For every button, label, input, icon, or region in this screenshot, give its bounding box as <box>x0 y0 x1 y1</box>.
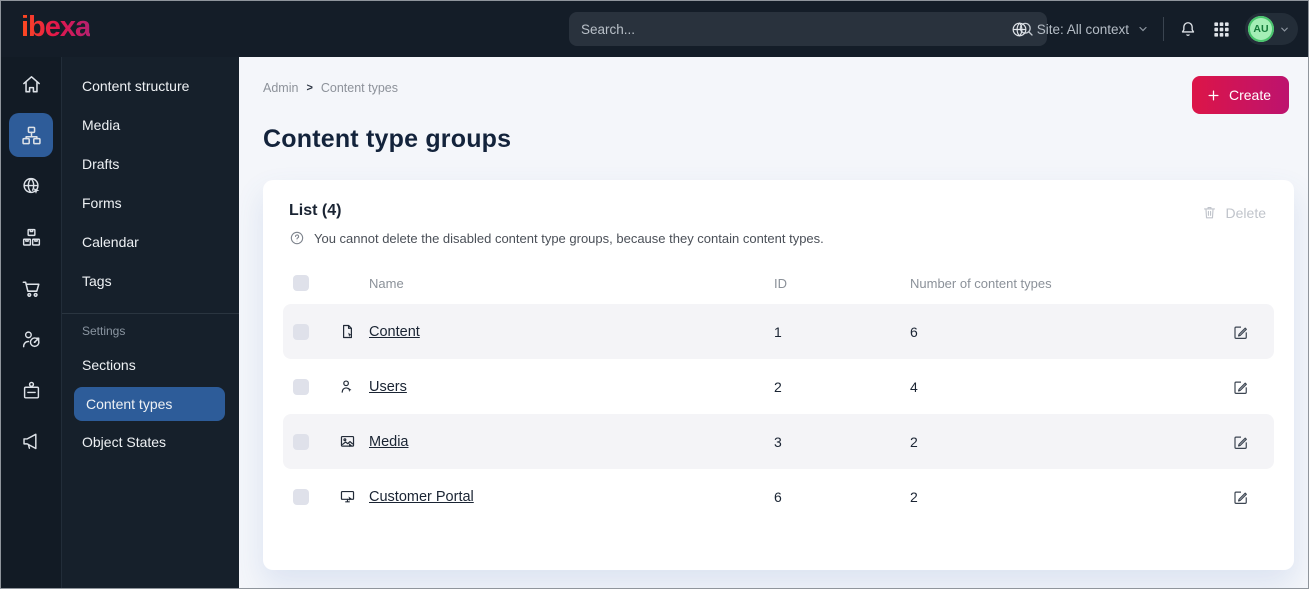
rail-item-product-catalog[interactable] <box>9 215 53 259</box>
column-header-count: Number of content types <box>910 275 1052 291</box>
menu-item-object-states[interactable]: Object States <box>62 423 239 462</box>
badge-icon <box>20 379 43 402</box>
edit-button[interactable] <box>1230 486 1252 508</box>
group-id: 1 <box>774 323 782 340</box>
menu-item-calendar[interactable]: Calendar <box>62 223 239 262</box>
menu-item-tags[interactable]: Tags <box>62 262 239 301</box>
icon-rail <box>1 57 61 588</box>
table-row: Content 1 6 <box>283 304 1274 359</box>
chevron-down-icon <box>1279 24 1290 35</box>
ibexa-logo[interactable]: ibexa <box>21 11 91 44</box>
breadcrumb-admin[interactable]: Admin <box>263 81 298 95</box>
rail-item-content[interactable] <box>9 113 53 157</box>
trash-icon <box>1201 204 1218 221</box>
row-checkbox[interactable] <box>293 323 309 340</box>
plus-icon <box>1206 88 1221 103</box>
menu-item-forms[interactable]: Forms <box>62 184 239 223</box>
page-title: Content type groups <box>263 125 512 153</box>
topbar-divider <box>1163 17 1164 41</box>
boxes-icon <box>20 226 43 249</box>
site-context-label: Site: All context <box>1036 21 1129 37</box>
create-button[interactable]: Create <box>1191 76 1289 114</box>
group-link[interactable]: Users <box>369 379 407 395</box>
portal-monitor-icon <box>339 488 369 505</box>
group-count: 2 <box>910 433 918 450</box>
create-button-label: Create <box>1228 87 1271 103</box>
table-row: Media 3 2 <box>283 414 1274 469</box>
edit-button[interactable] <box>1230 431 1252 453</box>
row-checkbox[interactable] <box>293 488 309 505</box>
home-icon <box>20 73 43 96</box>
content-structure-icon <box>20 124 43 147</box>
group-id: 3 <box>774 433 782 450</box>
list-title: List (4) <box>289 202 342 219</box>
edit-button[interactable] <box>1230 376 1252 398</box>
row-checkbox[interactable] <box>293 378 309 395</box>
content-file-icon <box>339 323 369 340</box>
menu-section-label: Settings <box>82 324 126 338</box>
menu-divider <box>62 313 239 314</box>
side-menu: Content structure Media Drafts Forms Cal… <box>61 57 239 588</box>
select-all-checkbox[interactable] <box>293 275 309 291</box>
content-type-groups-card: List (4) You cannot delete the disabled … <box>263 180 1294 570</box>
group-count: 2 <box>910 488 918 505</box>
menu-item-drafts[interactable]: Drafts <box>62 145 239 184</box>
topbar: ibexa Site: All context <box>1 1 1308 57</box>
breadcrumb-separator: > <box>306 82 313 94</box>
menu-item-sections[interactable]: Sections <box>62 346 239 385</box>
user-menu[interactable]: AU <box>1245 13 1298 45</box>
group-link[interactable]: Media <box>369 434 409 450</box>
breadcrumb: Admin > Content types <box>263 81 1294 95</box>
site-globe-icon <box>20 175 43 198</box>
menu-item-content-types[interactable]: Content types <box>74 387 225 421</box>
users-person-icon <box>339 378 369 395</box>
app-grid-icon[interactable] <box>1212 20 1231 39</box>
rail-item-customers[interactable] <box>9 317 53 361</box>
cart-icon <box>20 277 43 300</box>
content-type-groups-table: Name ID Number of content types Content … <box>283 262 1274 524</box>
column-header-id: ID <box>774 275 787 291</box>
table-header: Name ID Number of content types <box>283 262 1274 304</box>
site-context-selector[interactable]: Site: All context <box>1010 20 1149 39</box>
menu-item-content-structure[interactable]: Content structure <box>62 67 239 106</box>
table-row: Customer Portal 6 2 <box>283 469 1274 524</box>
rail-item-campaign[interactable] <box>9 419 53 463</box>
delete-button[interactable]: Delete <box>1201 204 1266 221</box>
globe-icon <box>1010 20 1029 39</box>
group-count: 6 <box>910 323 918 340</box>
avatar: AU <box>1248 16 1274 42</box>
group-id: 2 <box>774 378 782 395</box>
notifications-bell-icon[interactable] <box>1178 19 1198 39</box>
info-text: You cannot delete the disabled content t… <box>314 230 824 246</box>
group-count: 4 <box>910 378 918 395</box>
rail-item-dashboard[interactable] <box>9 62 53 106</box>
customer-target-icon <box>20 328 43 351</box>
chevron-down-icon <box>1137 23 1149 35</box>
media-image-icon <box>339 433 369 450</box>
main-content: Admin > Content types Create Content typ… <box>239 57 1308 588</box>
menu-item-media[interactable]: Media <box>62 106 239 145</box>
help-icon <box>289 230 305 246</box>
info-row: You cannot delete the disabled content t… <box>283 230 1274 246</box>
row-checkbox[interactable] <box>293 433 309 450</box>
table-row: Users 2 4 <box>283 359 1274 414</box>
topbar-right: Site: All context AU <box>1010 1 1298 57</box>
edit-button[interactable] <box>1230 321 1252 343</box>
megaphone-icon <box>20 430 43 453</box>
global-search[interactable] <box>569 12 1047 46</box>
delete-button-label: Delete <box>1225 204 1266 221</box>
ibexa-admin-screen: ibexa Site: All context <box>0 0 1309 589</box>
column-header-name: Name <box>369 275 404 291</box>
rail-item-company[interactable] <box>9 368 53 412</box>
rail-item-site[interactable] <box>9 164 53 208</box>
group-link[interactable]: Content <box>369 324 420 340</box>
breadcrumb-content-types: Content types <box>320 81 399 95</box>
group-link[interactable]: Customer Portal <box>369 489 474 505</box>
group-id: 6 <box>774 488 782 505</box>
search-input[interactable] <box>581 21 1017 37</box>
rail-item-commerce[interactable] <box>9 266 53 310</box>
